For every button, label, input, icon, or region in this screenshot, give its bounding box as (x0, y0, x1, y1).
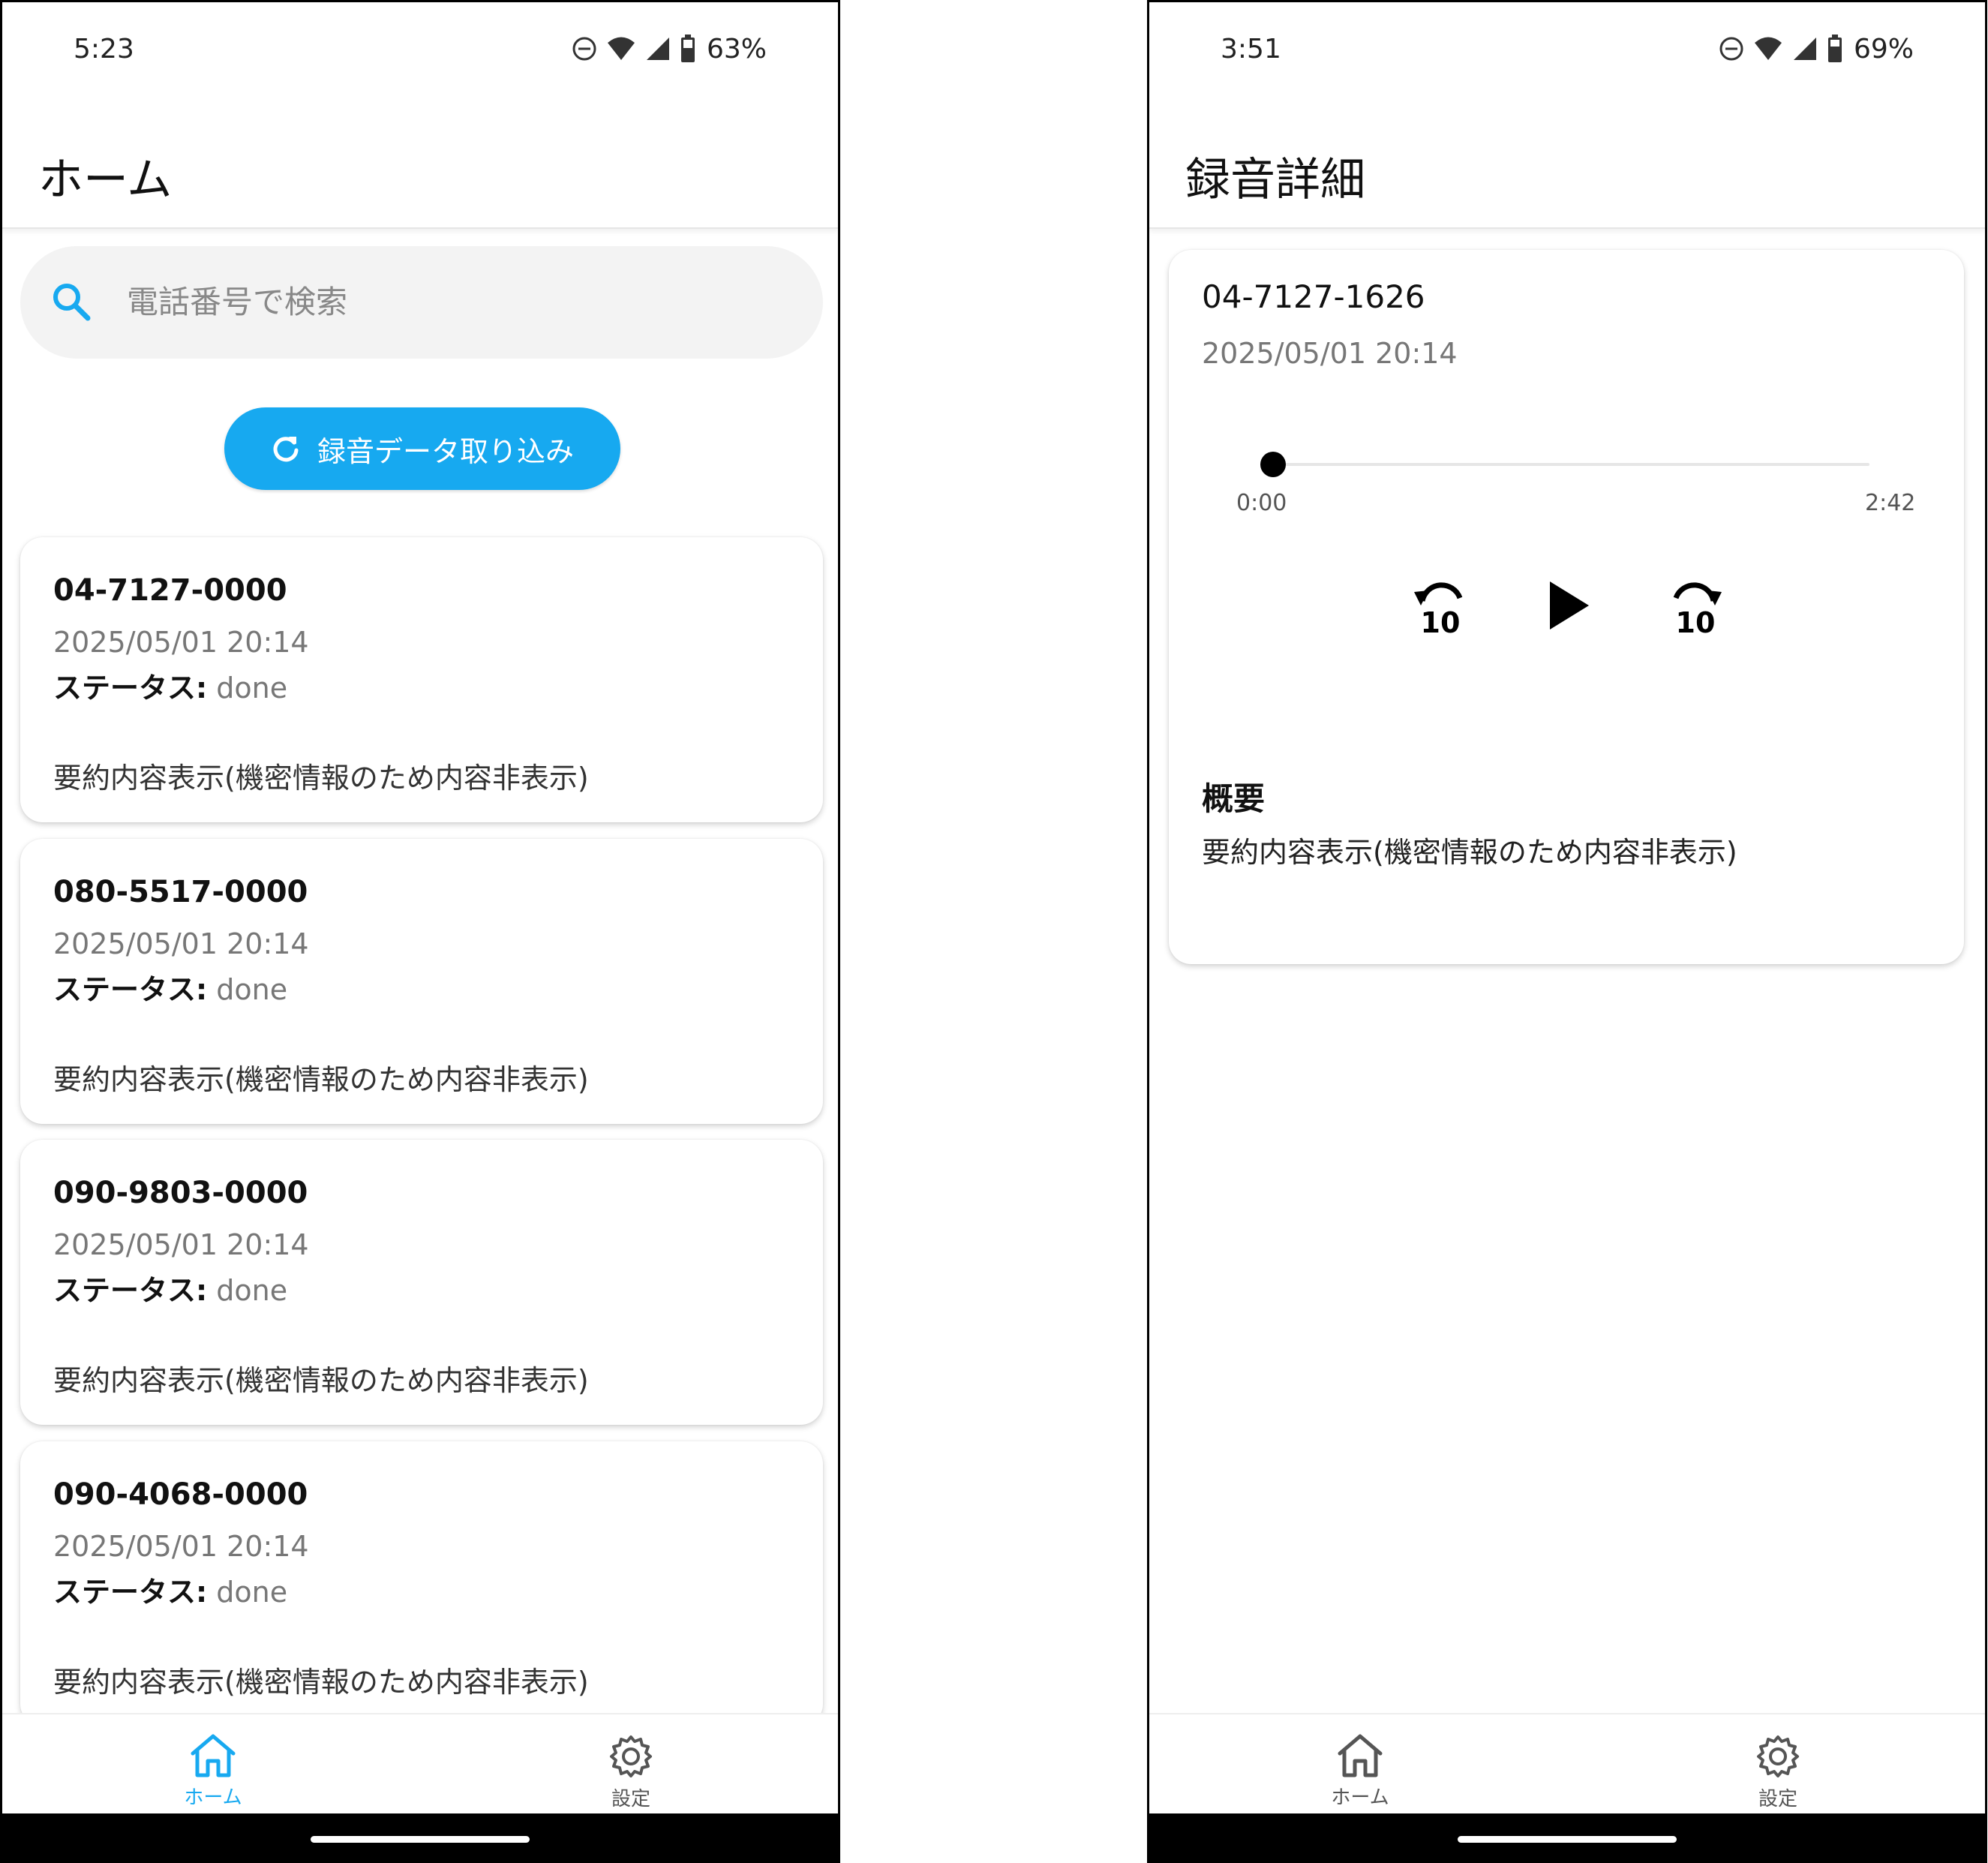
recording-card[interactable]: 090-9803-0000 2025/05/01 20:14 ステータス: do… (20, 1140, 823, 1425)
cell-signal-icon (646, 38, 669, 60)
recording-card[interactable]: 090-4068-0000 2025/05/01 20:14 ステータス: do… (20, 1441, 823, 1726)
seek-thumb[interactable] (1260, 452, 1286, 477)
system-gesture-bar (2, 1813, 838, 1861)
nav-home-label: ホーム (1331, 1786, 1389, 1809)
wifi-icon (607, 37, 635, 60)
card-summary: 要約内容表示(機密情報のため内容非表示) (53, 762, 589, 795)
status-value: done (216, 973, 288, 1006)
seek-bar[interactable] (1272, 463, 1869, 466)
refresh-icon (273, 437, 299, 462)
summary-text: 要約内容表示(機密情報のため内容非表示) (1202, 836, 1737, 869)
status-icons: 69% (1719, 32, 1914, 65)
nav-home[interactable]: ホーム (1285, 1714, 1435, 1815)
page-title: 録音詳細 (1185, 154, 1365, 206)
forward-10-icon[interactable]: 10 (1667, 577, 1724, 634)
do-not-disturb-icon (1719, 37, 1743, 61)
recording-card[interactable]: 080-5517-0000 2025/05/01 20:14 ステータス: do… (20, 839, 823, 1124)
status-value: done (216, 672, 288, 705)
card-date: 2025/05/01 20:14 (53, 1530, 309, 1563)
card-status: ステータス: done (53, 966, 287, 1008)
detail-date: 2025/05/01 20:14 (1202, 337, 1458, 370)
home-gesture-handle[interactable] (311, 1836, 530, 1843)
app-bar: ホーム (2, 122, 838, 229)
home-icon (1338, 1734, 1383, 1777)
home-gesture-handle[interactable] (1458, 1836, 1677, 1843)
nav-home[interactable]: ホーム (138, 1714, 288, 1815)
recording-detail-screen: 3:51 69% 録音詳細 04-7127-1626 2025/05/01 20… (1147, 0, 1987, 1863)
card-phone-number: 090-4068-0000 (53, 1477, 308, 1512)
nav-settings[interactable]: 設定 (556, 1714, 706, 1815)
card-summary: 要約内容表示(機密情報のため内容非表示) (53, 1666, 589, 1699)
status-icons: 63% (572, 32, 767, 65)
card-date: 2025/05/01 20:14 (53, 927, 309, 960)
status-label: ステータス: (53, 672, 208, 705)
nav-settings-label: 設定 (611, 1788, 650, 1810)
import-recordings-button[interactable]: 録音データ取り込み (224, 407, 620, 490)
cell-signal-icon (1793, 38, 1816, 60)
card-phone-number: 080-5517-0000 (53, 875, 308, 909)
recording-card[interactable]: 04-7127-0000 2025/05/01 20:14 ステータス: don… (20, 537, 823, 822)
nav-home-label: ホーム (184, 1786, 242, 1809)
status-value: done (216, 1274, 288, 1307)
nav-settings[interactable]: 設定 (1703, 1714, 1853, 1815)
gear-icon (610, 1735, 652, 1777)
summary-heading: 概要 (1202, 780, 1266, 817)
card-status: ステータス: done (53, 1569, 287, 1610)
system-gesture-bar (1149, 1813, 1985, 1861)
wifi-icon (1754, 37, 1782, 60)
status-label: ステータス: (53, 973, 208, 1006)
status-value: done (216, 1576, 288, 1609)
do-not-disturb-icon (572, 37, 596, 61)
battery-icon (680, 35, 695, 62)
card-date: 2025/05/01 20:14 (53, 1228, 309, 1261)
search-bar[interactable] (20, 246, 823, 359)
card-status: ステータス: done (53, 1267, 287, 1309)
import-button-label: 録音データ取り込み (317, 436, 574, 468)
card-phone-number: 090-9803-0000 (53, 1176, 308, 1210)
rewind-10-icon[interactable]: 10 (1412, 577, 1469, 634)
page-title: ホーム (38, 154, 173, 206)
battery-percent: 63% (706, 33, 767, 65)
play-icon[interactable] (1545, 577, 1592, 634)
status-bar: 5:23 63% (2, 2, 838, 100)
card-summary: 要約内容表示(機密情報のため内容非表示) (53, 1063, 589, 1096)
battery-percent: 69% (1853, 33, 1914, 65)
search-icon (53, 284, 91, 321)
card-phone-number: 04-7127-0000 (53, 573, 287, 608)
search-input[interactable] (125, 275, 788, 329)
status-time: 3:51 (1221, 34, 1281, 65)
card-summary: 要約内容表示(機密情報のため内容非表示) (53, 1364, 589, 1397)
status-bar: 3:51 69% (1149, 2, 1985, 100)
gear-icon (1757, 1735, 1799, 1777)
svg-text:10: 10 (1676, 606, 1716, 634)
home-icon (191, 1734, 236, 1777)
home-screen: 5:23 63% ホーム 録音データ取り込み 04-7127-0000 2025… (0, 0, 840, 1863)
duration-time: 2:42 (1865, 490, 1916, 516)
status-time: 5:23 (74, 34, 134, 65)
current-time: 0:00 (1236, 490, 1287, 516)
card-status: ステータス: done (53, 665, 287, 706)
nav-settings-label: 設定 (1758, 1788, 1797, 1810)
svg-text:10: 10 (1421, 606, 1461, 634)
bottom-nav: ホーム 設定 (2, 1713, 838, 1815)
bottom-nav: ホーム 設定 (1149, 1713, 1985, 1815)
card-date: 2025/05/01 20:14 (53, 626, 309, 659)
status-label: ステータス: (53, 1274, 208, 1307)
battery-icon (1827, 35, 1842, 62)
detail-phone-number: 04-7127-1626 (1202, 278, 1425, 315)
app-bar: 録音詳細 (1149, 122, 1985, 229)
recording-detail-card: 04-7127-1626 2025/05/01 20:14 0:00 2:42 … (1169, 250, 1964, 964)
status-label: ステータス: (53, 1576, 208, 1609)
